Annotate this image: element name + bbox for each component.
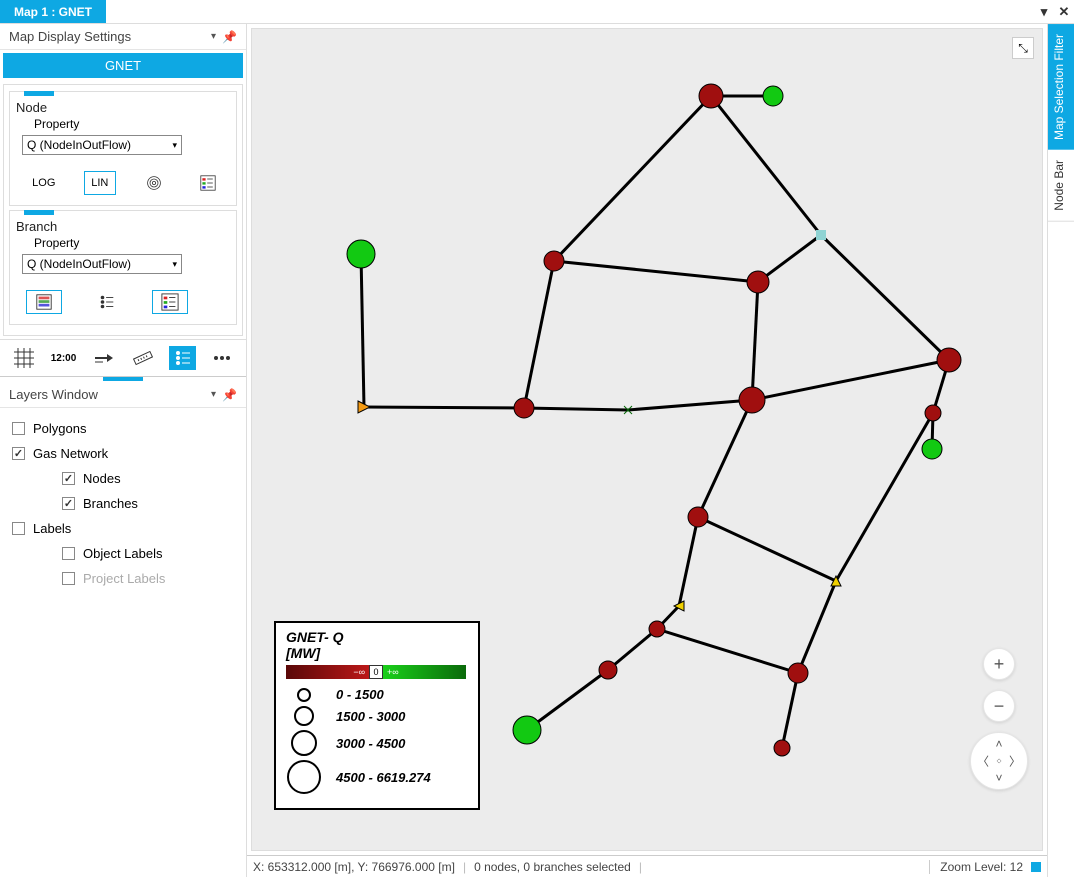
- checkbox[interactable]: [12, 422, 25, 435]
- node-property-select[interactable]: Q (NodeInOutFlow) ▾: [22, 135, 182, 155]
- checkbox: [62, 572, 75, 585]
- pan-up-icon[interactable]: ˄: [995, 737, 1002, 751]
- map-canvas[interactable]: ⤡ GNET- Q[MW] −∞ 0 +∞ 0 - 1500 1500 - 300…: [251, 28, 1043, 851]
- contour-icon[interactable]: [138, 171, 170, 195]
- tab-map-selection-filter[interactable]: Map Selection Filter: [1048, 24, 1074, 150]
- status-bar: X: 653312.000 [m], Y: 766976.000 [m] | 0…: [247, 855, 1047, 877]
- node-property-label: Property: [34, 117, 230, 131]
- gnet-selector[interactable]: GNET: [3, 53, 243, 78]
- checkbox[interactable]: [62, 547, 75, 560]
- chevron-down-icon: ▾: [172, 140, 177, 151]
- status-selection: 0 nodes, 0 branches selected: [474, 860, 631, 874]
- status-zoom: Zoom Level: 12: [929, 860, 1023, 874]
- legend-gradient: −∞ 0 +∞: [286, 665, 466, 679]
- grid-icon[interactable]: [10, 346, 38, 370]
- layer-polygons[interactable]: Polygons: [12, 416, 234, 441]
- branch-group-title: Branch: [16, 219, 230, 234]
- layer-project-labels: Project Labels: [12, 566, 234, 591]
- legend-title: GNET- Q[MW]: [286, 629, 466, 661]
- ruler-icon[interactable]: [129, 346, 157, 370]
- map-display-settings-header[interactable]: Map Display Settings ▾ 📌: [0, 24, 246, 50]
- checkbox[interactable]: ✓: [62, 472, 75, 485]
- layer-nodes[interactable]: ✓Nodes: [12, 466, 234, 491]
- legend-row: 3000 - 4500: [286, 730, 466, 756]
- legend-row: 1500 - 3000: [286, 706, 466, 726]
- node-group-title: Node: [16, 100, 230, 115]
- panel-title: Layers Window: [9, 387, 98, 402]
- title-gap: [106, 0, 1034, 23]
- map-tab[interactable]: Map 1 : GNET: [0, 0, 106, 23]
- lin-button[interactable]: LIN: [84, 171, 116, 195]
- more-icon[interactable]: [208, 346, 236, 370]
- flow-arrow-icon[interactable]: [89, 346, 117, 370]
- time-button[interactable]: 12:00: [50, 346, 78, 370]
- branch-property-select[interactable]: Q (NodeInOutFlow) ▾: [22, 254, 182, 274]
- pin-icon[interactable]: 📌: [222, 388, 237, 402]
- legend-row: 0 - 1500: [286, 687, 466, 702]
- checkbox[interactable]: [12, 522, 25, 535]
- layers-window-header[interactable]: Layers Window ▾ 📌: [0, 382, 246, 408]
- pan-control[interactable]: ˄ ˅ 〈 〉 ◇: [970, 732, 1028, 790]
- expand-icon[interactable]: ⤡: [1012, 37, 1034, 59]
- branch-style1-icon[interactable]: [26, 290, 62, 314]
- legend-row: 4500 - 6619.274: [286, 760, 466, 794]
- status-coords: X: 653312.000 [m], Y: 766976.000 [m]: [253, 860, 455, 874]
- panel-title: Map Display Settings: [9, 29, 131, 44]
- pan-down-icon[interactable]: ˅: [995, 771, 1002, 785]
- branch-legend-icon[interactable]: [152, 290, 188, 314]
- checkbox[interactable]: ✓: [62, 497, 75, 510]
- checkbox[interactable]: ✓: [12, 447, 25, 460]
- legend-toggle-icon[interactable]: [192, 171, 224, 195]
- branch-property-label: Property: [34, 236, 230, 250]
- zoom-out-button[interactable]: −: [983, 690, 1015, 722]
- map-legend: GNET- Q[MW] −∞ 0 +∞ 0 - 1500 1500 - 3000 3…: [274, 621, 480, 810]
- close-icon[interactable]: ✕: [1054, 0, 1074, 23]
- minimize-icon[interactable]: ▾: [1034, 0, 1054, 23]
- resize-grip-icon[interactable]: [1031, 862, 1041, 872]
- layer-gas-network[interactable]: ✓Gas Network: [12, 441, 234, 466]
- branch-group: Branch Property Q (NodeInOutFlow) ▾: [9, 210, 237, 325]
- chevron-down-icon: ▾: [172, 259, 177, 270]
- layer-object-labels[interactable]: Object Labels: [12, 541, 234, 566]
- map-toolbar: 12:00: [0, 339, 246, 377]
- node-group: Node Property Q (NodeInOutFlow) ▾ LOG LI…: [9, 91, 237, 206]
- zoom-in-button[interactable]: +: [983, 648, 1015, 680]
- pan-center-icon[interactable]: ◇: [997, 758, 1002, 765]
- layer-branches[interactable]: ✓Branches: [12, 491, 234, 516]
- pan-left-icon[interactable]: 〈: [977, 753, 989, 770]
- branch-style2-icon[interactable]: [90, 290, 124, 314]
- log-button[interactable]: LOG: [26, 171, 62, 195]
- layer-labels[interactable]: Labels: [12, 516, 234, 541]
- pin-icon[interactable]: 📌: [222, 30, 237, 44]
- pan-right-icon[interactable]: 〉: [1009, 753, 1021, 770]
- legend-panel-icon[interactable]: [169, 346, 197, 370]
- tab-node-bar[interactable]: Node Bar: [1048, 150, 1074, 222]
- chevron-down-icon[interactable]: ▾: [211, 31, 216, 42]
- chevron-down-icon[interactable]: ▾: [211, 389, 216, 400]
